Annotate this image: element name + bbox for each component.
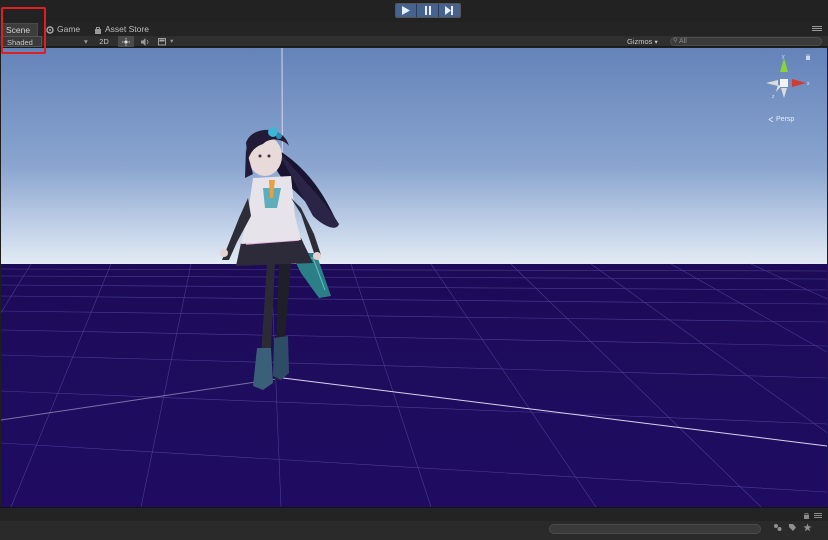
search-placeholder: All (679, 38, 687, 45)
tab-asset-store-label: Asset Store (105, 24, 149, 34)
scene-viewport[interactable] (1, 48, 827, 507)
svg-text:y: y (782, 54, 785, 60)
ground-plane (1, 264, 827, 507)
play-controls (395, 3, 461, 18)
svg-text:x: x (807, 81, 810, 87)
toggle-2d-label: 2D (99, 37, 109, 46)
panel-menu-icon[interactable] (812, 26, 822, 32)
perspective-icon (768, 117, 774, 122)
tab-scene-label: Scene (6, 24, 31, 35)
editor-tab-row: Scene Game Asset Store (0, 22, 828, 36)
project-panel-toolbar (0, 521, 828, 540)
panel-menu-icon[interactable] (814, 512, 822, 519)
game-controller-icon (46, 25, 54, 34)
tab-game[interactable]: Game (46, 23, 80, 36)
step-button[interactable] (438, 4, 460, 17)
projection-toggle[interactable]: Persp (768, 116, 794, 123)
filter-by-type-icon[interactable] (773, 523, 782, 532)
svg-text:z: z (772, 94, 775, 100)
image-effects-icon (158, 37, 166, 45)
chevron-down-icon: ▾ (170, 38, 174, 45)
play-icon (402, 6, 411, 15)
pause-icon (424, 6, 431, 15)
sun-icon (122, 37, 130, 46)
tab-scene[interactable]: Scene (2, 23, 38, 36)
star-icon[interactable] (803, 523, 812, 532)
project-toolbar-icons (773, 523, 812, 532)
search-icon: ⚲ (673, 38, 678, 44)
skybox (1, 48, 827, 264)
play-toolbar (0, 0, 828, 22)
play-button[interactable] (396, 4, 418, 17)
projection-label: Persp (776, 116, 795, 123)
shading-mode-dropdown[interactable]: Shaded (2, 36, 42, 47)
tag-icon[interactable] (788, 523, 797, 532)
shading-mode-label: Shaded (7, 38, 33, 47)
bottom-panel-header (0, 507, 828, 521)
pause-button[interactable] (417, 4, 439, 17)
toggle-2d-button[interactable]: 2D (94, 36, 114, 47)
scene-lighting-toggle[interactable] (118, 36, 134, 47)
dropdown-arrow-icon[interactable]: ▾ (84, 36, 88, 47)
gizmos-label: Gizmos (627, 37, 653, 46)
speaker-icon (140, 37, 148, 46)
shopping-bag-icon (95, 26, 101, 34)
scene-render (1, 48, 827, 507)
lock-icon[interactable] (803, 512, 810, 519)
hierarchy-search-input[interactable]: ⚲ All (670, 37, 822, 46)
project-search-input[interactable] (549, 524, 761, 534)
axis-gizmo-icon: y x z (766, 54, 810, 100)
gizmos-dropdown[interactable]: Gizmos ▾ (627, 36, 658, 47)
scene-toolbar: Shaded ▾ 2D ▾ Gizmos ▾ ⚲ All (0, 36, 828, 47)
chevron-down-icon: ▾ (654, 39, 658, 46)
panel-header-controls (803, 512, 822, 519)
step-icon (445, 6, 454, 15)
tab-asset-store[interactable]: Asset Store (94, 23, 149, 36)
scene-effects-dropdown[interactable]: ▾ (158, 36, 180, 47)
scene-audio-toggle[interactable] (138, 36, 152, 47)
scene-orientation-gizmo[interactable]: y x z (762, 54, 812, 114)
tab-game-label: Game (57, 24, 81, 34)
